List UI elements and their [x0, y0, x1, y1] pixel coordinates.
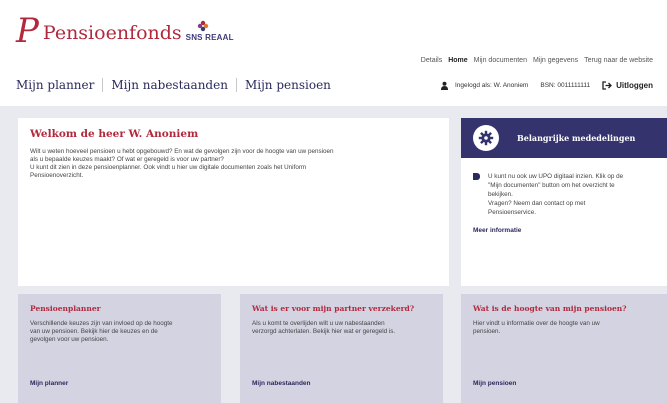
topnav-back-to-website[interactable]: Terug naar de website — [584, 57, 653, 64]
topnav-home[interactable]: Home — [448, 57, 467, 64]
logo-mark: P — [16, 11, 39, 51]
more-info-link[interactable]: Meer informatie — [473, 227, 667, 234]
notice-text-2: "Mijn documenten" button om het overzich… — [488, 182, 615, 189]
logo-sub: SNS REAAL — [185, 20, 234, 42]
user-bar: Ingelogd als: W. Anoniem BSN: 0011111111… — [440, 81, 653, 90]
card-text-2: van uw pensioen. Bekijk hier de keuzes e… — [30, 328, 158, 335]
card-text-2: verzorgd achterlaten. Bekijk hier wat er… — [252, 328, 396, 335]
notice-title: Belangrijke mededelingen — [517, 133, 636, 143]
settings-icon — [473, 125, 499, 151]
user-icon — [440, 81, 449, 90]
card-pension-planner: Pensioenplanner Verschillende keuzes zij… — [18, 294, 221, 403]
topnav-documents[interactable]: Mijn documenten — [474, 57, 527, 64]
notice-text-5: Pensioenservice. — [488, 209, 536, 216]
mainnav-planner[interactable]: Mijn planner — [16, 78, 94, 92]
welcome-text-3: U kunt dit zien in deze pensioenplanner.… — [30, 164, 307, 171]
topnav-data[interactable]: Mijn gegevens — [533, 57, 578, 64]
notice-panel: Belangrijke mededelingen U kunt nu ook u… — [461, 118, 667, 286]
welcome-text-1: Wilt u weten hoeveel pensioen u hebt opg… — [30, 148, 334, 155]
card-title: Wat is er voor mijn partner verzekerd? — [252, 304, 415, 313]
card-link-planner[interactable]: Mijn planner — [30, 380, 68, 387]
notice-body: U kunt nu ook uw UPO digitaal inzien. Kl… — [461, 158, 667, 217]
card-text-3: gevolgen voor uw pensioen. — [30, 336, 109, 343]
nav-divider — [102, 78, 104, 92]
notice-text-4: Vragen? Neem dan contact op met — [488, 200, 586, 207]
logo-name: Pensioenfonds — [42, 22, 182, 44]
card-pension-amount: Wat is de hoogte van mijn pensioen? Hier… — [461, 294, 667, 403]
card-partner-insured: Wat is er voor mijn partner verzekerd? A… — [240, 294, 443, 403]
logout-button[interactable]: Uitloggen — [602, 81, 653, 90]
welcome-title: Welkom de heer W. Anoniem — [30, 128, 199, 140]
card-text-1: Als u komt te overlijden wilt u uw nabes… — [252, 320, 385, 327]
card-title: Wat is de hoogte van mijn pensioen? — [473, 304, 627, 313]
topnav-details[interactable]: Details — [421, 57, 442, 64]
bullet-icon — [473, 173, 480, 180]
logout-label: Uitloggen — [616, 81, 653, 90]
logo-sub-text: SNS REAAL — [185, 33, 234, 42]
mainnav-survivors[interactable]: Mijn nabestaanden — [111, 78, 228, 92]
brand-logo[interactable]: P Pensioenfonds SNS REAAL — [16, 14, 234, 48]
card-link-survivors[interactable]: Mijn nabestaanden — [252, 380, 311, 387]
mainnav-pension[interactable]: Mijn pensioen — [245, 78, 331, 92]
top-navigation: Details Home Mijn documenten Mijn gegeve… — [421, 57, 653, 64]
content-area: Welkom de heer W. Anoniem Wilt u weten h… — [0, 106, 667, 403]
card-text-1: Hier vindt u informatie over de hoogte v… — [473, 320, 600, 327]
logged-in-as: Ingelogd als: W. Anoniem — [455, 82, 529, 89]
nav-divider — [235, 78, 237, 92]
main-navigation: Mijn planner Mijn nabestaanden Mijn pens… — [16, 78, 331, 92]
welcome-panel: Welkom de heer W. Anoniem Wilt u weten h… — [18, 118, 449, 286]
notice-text-1: U kunt nu ook uw UPO digitaal inzien. Kl… — [488, 173, 624, 180]
bsn-number: BSN: 0011111111 — [540, 82, 591, 89]
card-title: Pensioenplanner — [30, 304, 101, 313]
logout-icon — [602, 81, 613, 90]
notice-text-3: bekijken. — [488, 191, 513, 198]
notice-header: Belangrijke mededelingen — [461, 118, 667, 158]
flower-icon — [197, 20, 208, 32]
card-link-pension[interactable]: Mijn pensioen — [473, 380, 516, 387]
card-text-1: Verschillende keuzes zijn van invloed op… — [30, 320, 173, 327]
card-text-2: pensioen. — [473, 328, 501, 335]
welcome-text-4: Pensioenoverzicht. — [30, 172, 84, 179]
welcome-text-2: als u bepaalde keuzes maakt? Of wat er g… — [30, 156, 224, 163]
